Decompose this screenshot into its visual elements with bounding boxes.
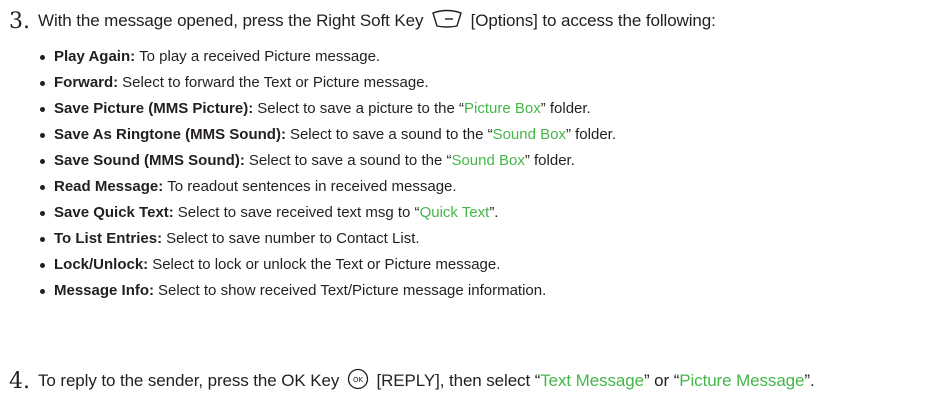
list-item: Save As Ringtone (MMS Sound): Select to s… — [40, 122, 616, 148]
picture-message-link: Picture Message — [679, 370, 805, 390]
list-item: To List Entries: Select to save number to… — [40, 226, 616, 252]
bullet-icon — [40, 158, 45, 164]
right-soft-key-icon — [431, 9, 463, 34]
bullet-icon — [40, 132, 45, 138]
step-text: With the message opened, press the Right… — [38, 9, 716, 34]
bullet-icon — [40, 80, 45, 86]
list-item: Play Again: To play a received Picture me… — [40, 44, 616, 70]
sound-box-link: Sound Box — [492, 126, 566, 143]
ok-key-icon: OK — [347, 368, 369, 395]
bullet-icon — [40, 106, 45, 112]
list-item: Read Message: To readout sentences in rec… — [40, 174, 616, 200]
bullet-icon — [40, 210, 45, 216]
svg-text:OK: OK — [353, 376, 363, 384]
step-text: To reply to the sender, press the OK Key… — [38, 368, 815, 395]
step-number: 3. — [9, 8, 30, 34]
step-number: 4. — [9, 368, 30, 394]
text-message-link: Text Message — [540, 370, 644, 390]
bullet-icon — [40, 236, 45, 242]
step-4: 4. To reply to the sender, press the OK … — [0, 364, 946, 398]
bullet-icon — [40, 184, 45, 190]
bullet-icon — [40, 54, 45, 60]
step-3: 3. With the message opened, press the Ri… — [0, 4, 946, 38]
sound-box-link: Sound Box — [451, 152, 525, 169]
list-item: Save Picture (MMS Picture): Select to sav… — [40, 96, 616, 122]
list-item: Save Sound (MMS Sound): Select to save a … — [40, 148, 616, 174]
list-item: Lock/Unlock: Select to lock or unlock the… — [40, 252, 616, 278]
list-item: Message Info: Select to show received Tex… — [40, 278, 616, 304]
picture-box-link: Picture Box — [464, 100, 541, 117]
step-text-before: With the message opened, press the Right… — [38, 10, 424, 30]
manual-page: 3. With the message opened, press the Ri… — [0, 0, 946, 404]
list-item: Save Quick Text: Select to save received … — [40, 200, 616, 226]
bullet-icon — [40, 288, 45, 294]
quick-text-link: Quick Text — [419, 204, 490, 221]
bullet-icon — [40, 262, 45, 268]
options-list: Play Again: To play a received Picture me… — [40, 44, 616, 304]
step-text-after: [Options] to access the following: — [470, 10, 716, 30]
list-item: Forward: Select to forward the Text or Pi… — [40, 70, 616, 96]
